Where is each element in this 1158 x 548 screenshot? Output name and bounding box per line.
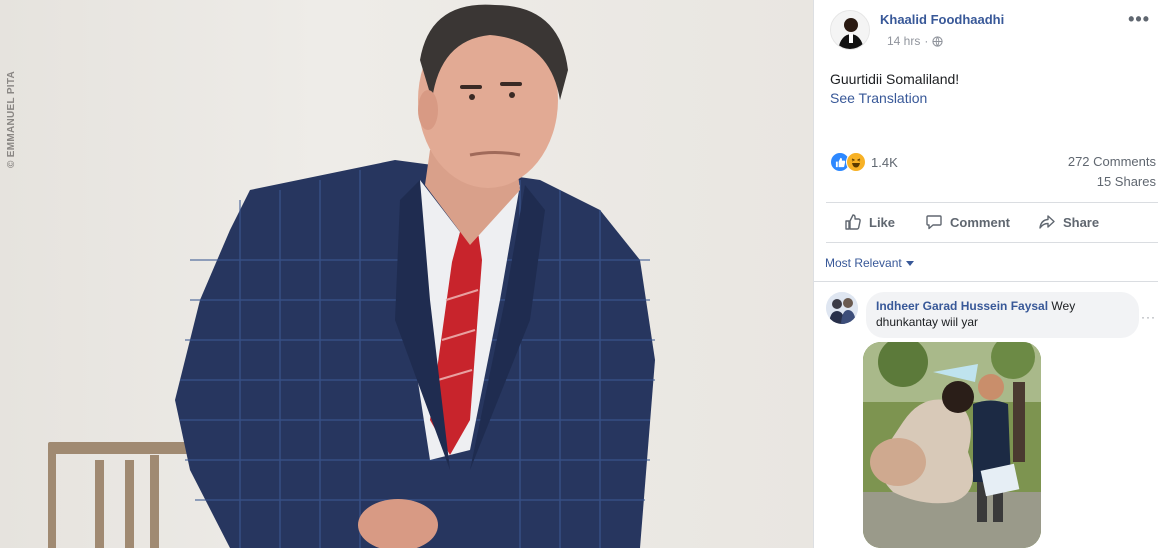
comment-bubble: Indheer Garad Hussein Faysal Wey dhunkan… [866,292,1139,338]
sort-label: Most Relevant [825,256,902,270]
post-side-panel: Khaalid Foodhaadhi 14 hrs · ••• Guurtidi… [813,0,1158,548]
share-icon [1039,215,1055,229]
comment-label: Comment [950,214,1010,230]
man-in-suit-photo [48,4,655,548]
post-photo[interactable]: © EMMANUEL PITA [0,0,813,548]
post-meta: 14 hrs · [887,34,943,48]
avatar-image [831,11,869,49]
more-horizontal-icon[interactable]: ••• [1128,10,1150,28]
comment-icon [926,215,942,230]
haha-reaction-icon [846,152,866,172]
divider [814,281,1158,282]
commenter-name[interactable]: Indheer Garad Hussein Faysal [876,299,1048,313]
caret-down-icon [905,261,914,266]
share-label: Share [1062,214,1100,230]
more-horizontal-icon[interactable]: ··· [1141,310,1156,324]
shares-count[interactable]: 15 Shares [1097,174,1156,189]
photo-credit: © EMMANUEL PITA [6,70,17,168]
globe-icon[interactable] [932,35,943,47]
share-button[interactable]: Share [1038,213,1099,231]
divider [826,202,1158,203]
reactions-summary[interactable]: 1.4K [830,152,898,172]
meta-separator: · [924,34,929,48]
see-translation-link[interactable]: See Translation [830,90,927,106]
reaction-count: 1.4K [871,154,898,170]
author-name[interactable]: Khaalid Foodhaadhi [880,12,1004,27]
thumbs-up-icon [845,214,861,230]
like-button[interactable]: Like [844,213,895,231]
post-text: Guurtidii Somaliland! [830,71,960,87]
post-time[interactable]: 14 hrs [887,34,920,48]
avatar-image [826,292,858,324]
commenter-avatar[interactable] [826,292,858,324]
author-avatar[interactable] [830,10,870,50]
post-actions-bar: Like Comment Share [826,206,1158,238]
comment-photo [863,342,1041,548]
comment-sort-dropdown[interactable]: Most Relevant [825,256,914,270]
divider [826,242,1158,243]
like-label: Like [869,214,896,230]
comment-image[interactable] [863,342,1041,548]
comments-count[interactable]: 272 Comments [1068,154,1156,169]
comment-button[interactable]: Comment [925,213,1010,231]
